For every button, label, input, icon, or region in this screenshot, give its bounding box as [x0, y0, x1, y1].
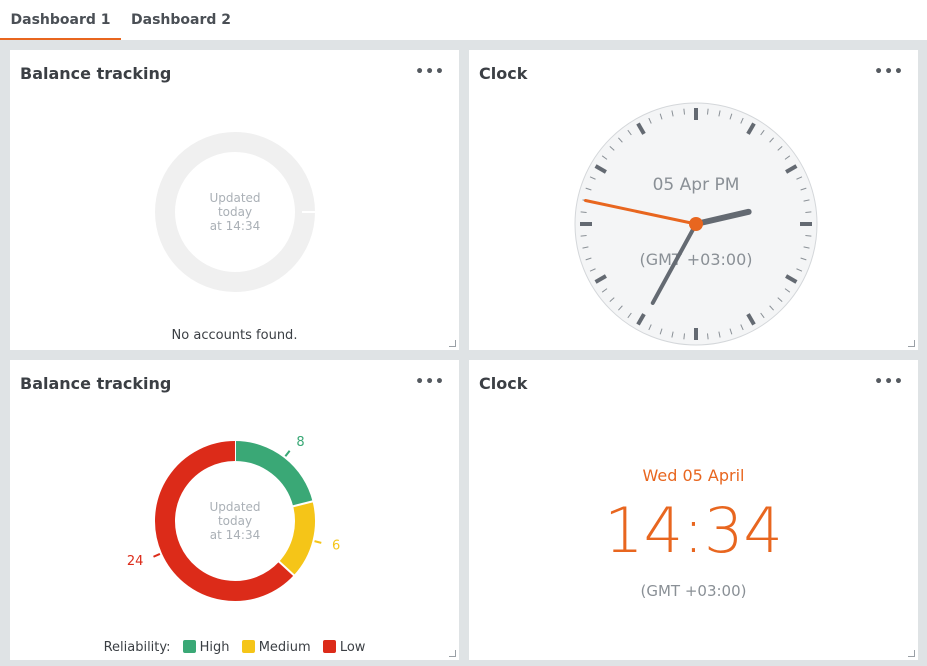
tab-bar: Dashboard 1 Dashboard 2	[0, 0, 927, 40]
legend-item-high[interactable]: High	[200, 640, 230, 655]
resize-handle[interactable]	[449, 650, 456, 657]
legend-label: Reliability:	[103, 640, 171, 655]
donut-label-connector	[153, 553, 161, 558]
tab-dashboard-1[interactable]: Dashboard 1	[0, 0, 121, 40]
legend-swatch-high	[182, 640, 196, 653]
center-line-1: Updated	[209, 500, 261, 514]
no-accounts-message: No accounts found.	[171, 328, 298, 343]
donut-segment-high	[234, 441, 313, 507]
balance-tracking-widget-reliability: Balance tracking ••• 8 6 24 Updated today …	[10, 360, 459, 660]
donut-center-text: Updated today at 14:34	[185, 191, 285, 233]
clock-timezone-text: (GMT +03:00)	[639, 250, 752, 269]
donut-center-text: Updated today at 14:34	[185, 500, 285, 542]
clock-minor-tick	[683, 333, 685, 340]
donut-segment-medium	[278, 501, 315, 576]
legend-item-low[interactable]: Low	[340, 640, 366, 655]
reliability-legend: Reliability: High Medium Low	[10, 640, 459, 655]
donut-label-connector	[284, 450, 291, 457]
donut-value-label-low: 24	[127, 554, 144, 569]
resize-handle[interactable]	[908, 340, 915, 347]
center-line-3: at 14:34	[209, 219, 261, 233]
donut-label-connector	[314, 540, 322, 544]
balance-tracking-widget-empty: Balance tracking ••• Updated today at 14…	[10, 50, 459, 350]
clock-minor-tick	[580, 211, 587, 213]
legend-swatch-low	[322, 640, 336, 653]
clock-minor-tick	[707, 108, 709, 115]
clock-minor-tick	[683, 108, 685, 115]
analog-clock-widget: Clock ••• 05 Apr PM (GMT +03:00)	[469, 50, 918, 350]
resize-handle[interactable]	[908, 650, 915, 657]
clock-date-text: 05 Apr PM	[653, 175, 740, 195]
digital-clock-date: Wed 05 April	[642, 466, 745, 485]
widget-menu-button[interactable]: •••	[874, 374, 904, 390]
analog-clock: 05 Apr PM (GMT +03:00)	[574, 102, 818, 346]
center-line-1: Updated	[209, 191, 261, 205]
center-line-3: at 14:34	[209, 528, 261, 542]
clock-minor-tick	[580, 235, 587, 237]
clock-minor-tick	[707, 333, 709, 340]
widget-title: Clock	[479, 374, 528, 393]
digital-clock-widget: Clock ••• Wed 05 April 14:34 (GMT +03:00…	[469, 360, 918, 660]
clock-center-pin	[689, 217, 703, 231]
legend-item-medium[interactable]: Medium	[259, 640, 311, 655]
digital-clock-timezone: (GMT +03:00)	[640, 582, 747, 600]
resize-handle[interactable]	[449, 340, 456, 347]
center-line-2: today	[217, 205, 253, 219]
tab-dashboard-2[interactable]: Dashboard 2	[121, 0, 241, 40]
center-line-2: today	[217, 514, 253, 528]
digital-clock-time: 14:34	[604, 494, 783, 567]
clock-minor-tick	[805, 235, 812, 237]
clock-minor-tick	[805, 211, 812, 213]
donut-value-label-medium: 6	[332, 539, 340, 554]
legend-swatch-medium	[241, 640, 255, 653]
donut-value-label-high: 8	[296, 435, 304, 450]
